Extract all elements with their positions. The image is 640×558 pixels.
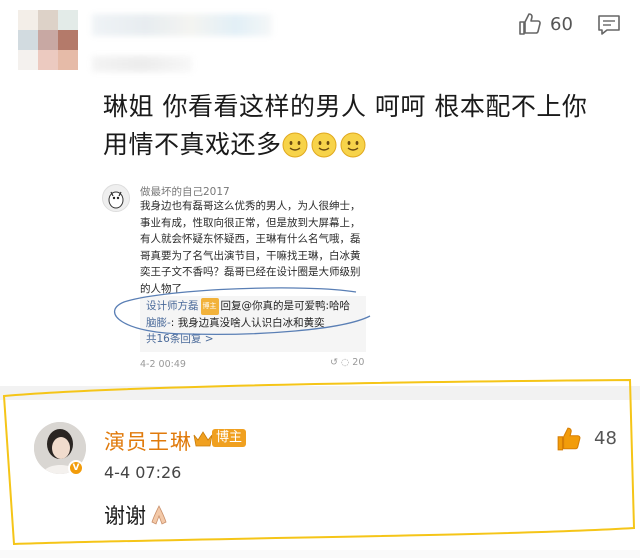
host-reply-text: 谢谢: [104, 500, 170, 530]
host-badge: 博主: [192, 427, 247, 449]
next-item-edge: [0, 550, 640, 558]
smile-emojis: [282, 131, 369, 169]
blurred-username[interactable]: [92, 14, 272, 36]
reply-thanks: 谢谢: [104, 504, 146, 528]
crown-icon: [193, 431, 213, 447]
comment-bubble-icon[interactable]: [597, 14, 621, 36]
top-comment-text: 琳姐 你看看这样的男人 呵呵 根本配不上你 用情不真戏还多: [103, 88, 623, 169]
smile-emoji-icon: [282, 132, 308, 158]
blurred-meta: [92, 56, 192, 72]
verified-v-icon: V: [68, 460, 84, 476]
card-avatar: [102, 184, 130, 212]
praying-hands-icon: [151, 505, 167, 525]
smile-emoji-icon: [311, 132, 337, 158]
thumbs-up-filled-icon[interactable]: [556, 426, 582, 452]
smile-emoji-icon: [340, 132, 366, 158]
hand-drawn-circle: [113, 287, 371, 336]
card-date: 4-2 00:49: [140, 359, 186, 370]
card-author: 做最坏的自己2017: [140, 186, 230, 198]
embedded-screenshot[interactable]: 做最坏的自己2017 我身边也有磊哥这么优秀的男人，为人很绅士，事业有成，性取向…: [100, 178, 370, 378]
comment-line-1: 琳姐 你看看这样的男人 呵呵 根本配不上你: [103, 92, 588, 121]
comment-line-2: 用情不真戏还多: [103, 130, 282, 159]
host-label: 博主: [212, 429, 247, 447]
card-body-text: 我身边也有磊哥这么优秀的男人，为人很绅士，事业有成，性取向很正常，但是放到大屏幕…: [140, 200, 361, 295]
reply-date: 4-4 07:26: [104, 463, 182, 482]
reply-like-count: 48: [594, 428, 617, 449]
highlight-frame: [2, 378, 636, 546]
top-like-count: 60: [550, 14, 573, 35]
blurred-avatar[interactable]: [18, 10, 80, 76]
card-counts: ↺ ◌ 20: [330, 357, 365, 368]
thumbs-up-outline-icon[interactable]: [518, 12, 542, 36]
host-name[interactable]: 演员王琳: [104, 426, 192, 456]
